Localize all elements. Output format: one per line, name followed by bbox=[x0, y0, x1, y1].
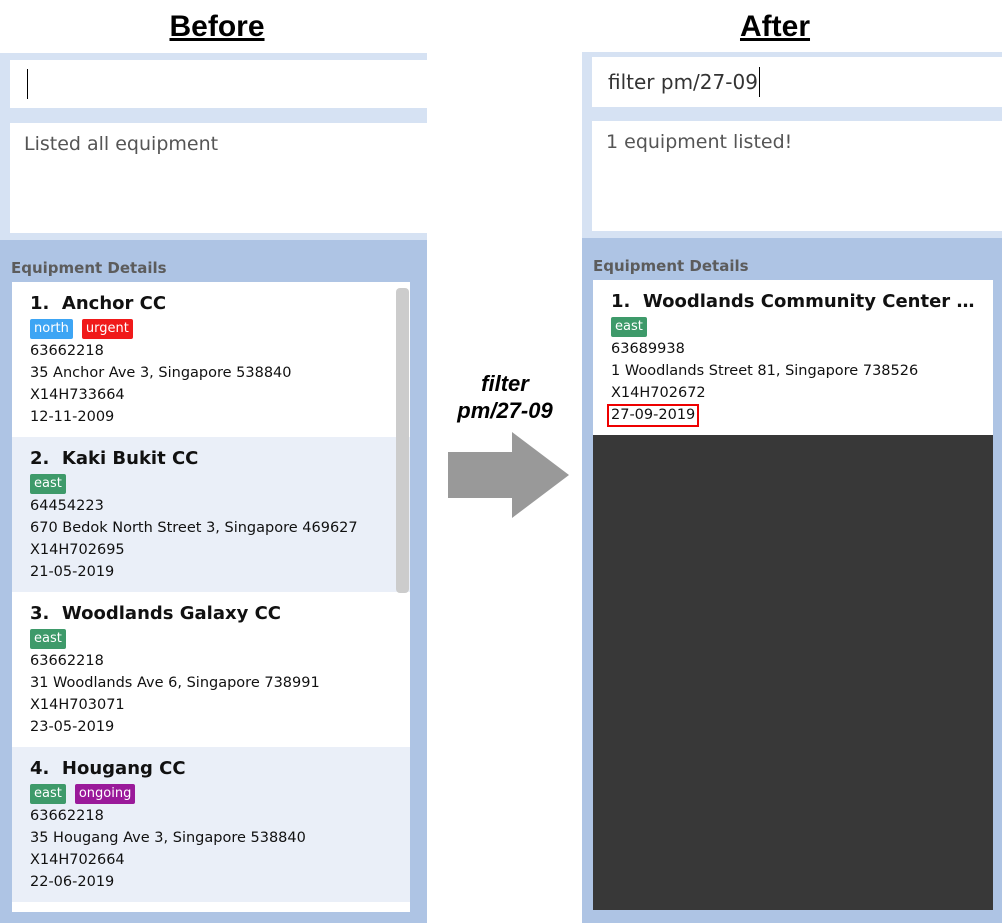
equipment-phone: 64454223 bbox=[30, 498, 104, 514]
before-title: Before bbox=[169, 10, 265, 43]
tag-list: east bbox=[611, 317, 975, 337]
tag-badge: east bbox=[30, 629, 66, 649]
right-arrow-icon bbox=[448, 432, 569, 518]
before-panel-label: Equipment Details bbox=[11, 259, 167, 277]
equipment-name-text: Hougang CC bbox=[61, 758, 186, 779]
equipment-name-text: Kaki Bukit CC bbox=[61, 448, 199, 469]
command-text: filter pm/27-09 bbox=[608, 70, 758, 94]
after-result-display: 1 equipment listed! bbox=[592, 121, 1002, 231]
equipment-card[interactable]: 1. Woodlands Community Center Singapore … bbox=[593, 280, 993, 435]
equipment-name-text: Anchor CC bbox=[61, 293, 167, 314]
equipment-address: 35 Anchor Ave 3, Singapore 538840 bbox=[30, 365, 292, 381]
after-panel-label: Equipment Details bbox=[593, 257, 749, 275]
equipment-date: 12-11-2009 bbox=[30, 409, 115, 425]
equipment-serial: X14H733664 bbox=[30, 387, 125, 403]
equipment-name: 4. Hougang CC bbox=[30, 757, 392, 781]
equipment-date: 23-05-2019 bbox=[30, 719, 115, 735]
equipment-name: 2. Kaki Bukit CC bbox=[30, 447, 392, 471]
after-command-input[interactable]: filter pm/27-09 bbox=[592, 57, 1002, 107]
equipment-card[interactable]: 2. Kaki Bukit CC east 64454223 670 Bedok… bbox=[12, 437, 410, 592]
before-equipment-list[interactable]: 1. Anchor CC north urgent 63662218 35 Anc… bbox=[12, 282, 410, 912]
equipment-phone: 63662218 bbox=[30, 343, 104, 359]
tag-list: east ongoing bbox=[30, 784, 392, 804]
equipment-date: 27-09-2019 bbox=[606, 404, 700, 427]
equipment-card[interactable]: 1. Anchor CC north urgent 63662218 35 Anc… bbox=[12, 282, 410, 437]
equipment-index: 3. bbox=[30, 603, 50, 624]
equipment-index: 1. bbox=[611, 291, 631, 312]
tag-badge: east bbox=[611, 317, 647, 337]
equipment-card[interactable]: 3. Woodlands Galaxy CC east 63662218 31 … bbox=[12, 592, 410, 747]
equipment-address: 1 Woodlands Street 81, Singapore 738526 bbox=[611, 363, 919, 379]
equipment-serial: X14H702664 bbox=[30, 852, 125, 868]
after-equipment-list[interactable]: 1. Woodlands Community Center Singapore … bbox=[593, 280, 993, 910]
equipment-serial: X14H703071 bbox=[30, 697, 125, 713]
equipment-address: 670 Bedok North Street 3, Singapore 4696… bbox=[30, 520, 358, 536]
equipment-name: 3. Woodlands Galaxy CC bbox=[30, 602, 392, 626]
equipment-name-text: Woodlands Community Center Singapore bbox=[642, 291, 975, 312]
equipment-date: 22-06-2019 bbox=[30, 874, 115, 890]
equipment-index: 1. bbox=[30, 293, 50, 314]
equipment-index: 4. bbox=[30, 758, 50, 779]
arrow-caption: filter pm/27-09 bbox=[457, 370, 552, 424]
equipment-serial: X14H702695 bbox=[30, 542, 125, 558]
arrow-caption-line: pm/27-09 bbox=[457, 398, 553, 423]
equipment-name: 1. Anchor CC bbox=[30, 292, 392, 316]
equipment-name-text: Woodlands Galaxy CC bbox=[61, 603, 282, 624]
equipment-phone: 63662218 bbox=[30, 653, 104, 669]
equipment-date: 21-05-2019 bbox=[30, 564, 115, 580]
tag-badge: urgent bbox=[81, 319, 133, 339]
tag-badge: north bbox=[30, 319, 73, 339]
text-caret bbox=[758, 67, 760, 97]
equipment-index: 2. bbox=[30, 448, 50, 469]
equipment-name: 1. Woodlands Community Center Singapore bbox=[611, 290, 975, 314]
text-caret bbox=[27, 69, 28, 99]
after-title: After bbox=[739, 10, 811, 43]
tag-badge: east bbox=[30, 474, 66, 494]
equipment-phone: 63662218 bbox=[30, 808, 104, 824]
tag-list: east bbox=[30, 629, 392, 649]
tag-list: east bbox=[30, 474, 392, 494]
equipment-serial: X14H702672 bbox=[611, 385, 706, 401]
equipment-card[interactable]: 4. Hougang CC east ongoing 63662218 35 Ho… bbox=[12, 747, 410, 902]
before-command-input[interactable] bbox=[10, 60, 427, 108]
before-result-display: Listed all equipment bbox=[10, 123, 427, 233]
equipment-address: 35 Hougang Ave 3, Singapore 538840 bbox=[30, 830, 306, 846]
equipment-address: 31 Woodlands Ave 6, Singapore 738991 bbox=[30, 675, 320, 691]
tag-badge: ongoing bbox=[74, 784, 136, 804]
tag-badge: east bbox=[30, 784, 66, 804]
scrollbar-thumb[interactable] bbox=[396, 288, 409, 593]
tag-list: north urgent bbox=[30, 319, 392, 339]
equipment-phone: 63689938 bbox=[611, 341, 685, 357]
arrow-caption-line: filter bbox=[481, 371, 529, 396]
